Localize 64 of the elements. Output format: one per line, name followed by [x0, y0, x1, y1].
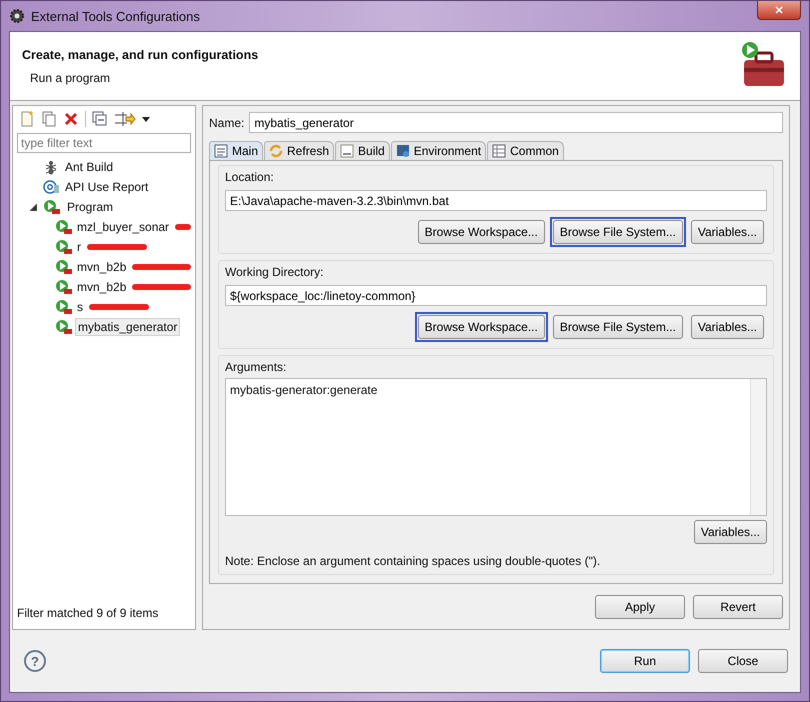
tree-item[interactable]: mvn_b2b — [75, 279, 128, 295]
dialog-button[interactable]: Run — [600, 649, 690, 673]
browse-button[interactable]: Browse Workspace... — [418, 315, 545, 339]
tab[interactable]: Environment — [390, 141, 486, 160]
run-program-icon — [43, 199, 61, 215]
name-label: Name: — [209, 116, 244, 130]
at-sign-icon — [43, 179, 59, 195]
tree-item[interactable]: mvn_b2b — [75, 259, 128, 275]
tree-item[interactable]: s — [75, 299, 85, 315]
new-file-icon[interactable] — [19, 111, 35, 127]
document-icon — [214, 144, 228, 158]
copy-icon[interactable] — [41, 111, 57, 127]
run-program-icon — [55, 239, 73, 255]
action-button[interactable]: Apply — [595, 595, 685, 619]
run-program-icon — [55, 259, 73, 275]
binary-file-icon — [340, 144, 354, 158]
browse-button[interactable]: Browse File System... — [552, 220, 683, 244]
ant-icon — [43, 159, 59, 175]
working-directory-field[interactable]: ${workspace_loc:/linetoy-common} — [225, 285, 767, 306]
refresh-icon — [269, 144, 284, 158]
arguments-text-area[interactable]: mybatis-generator:generate — [225, 378, 767, 516]
action-button[interactable]: Revert — [693, 595, 783, 619]
scrollbar[interactable] — [750, 379, 766, 515]
delete-icon[interactable] — [63, 111, 79, 127]
table-icon — [492, 144, 506, 158]
tree-item[interactable]: API Use Report — [63, 179, 150, 195]
note-text: Note: Enclose an argument containing spaces using double-quotes ("). — [225, 553, 602, 568]
window-icon — [396, 144, 410, 158]
filter-icon[interactable] — [114, 111, 136, 127]
window-title: External Tools Configurations — [31, 8, 200, 24]
location-label: Location: — [225, 170, 275, 184]
collapse-icon[interactable] — [92, 111, 108, 127]
expand-triangle-icon[interactable] — [30, 204, 36, 210]
browse-button[interactable]: Variables... — [690, 220, 764, 244]
working-directory-label: Working Directory: — [225, 265, 324, 279]
tab[interactable]: Common — [487, 141, 564, 160]
dialog-button[interactable]: Close — [698, 649, 788, 673]
browse-button[interactable]: Browse Workspace... — [418, 220, 545, 244]
tab[interactable]: Refresh — [264, 141, 334, 160]
tree-item[interactable]: Ant Build — [63, 159, 116, 175]
dropdown-caret-icon[interactable] — [142, 116, 150, 122]
tree-item[interactable]: r — [75, 239, 83, 255]
location-field[interactable]: E:\Java\apache-maven-3.2.3\bin\mvn.bat — [225, 190, 767, 211]
browse-button[interactable]: Browse File System... — [552, 315, 683, 339]
variables-button[interactable]: Variables... — [694, 520, 767, 544]
tab[interactable]: Build — [335, 141, 390, 160]
header-title: Create, manage, and run configurations — [22, 48, 258, 62]
header-subtitle: Run a program — [29, 70, 112, 84]
arguments-label: Arguments: — [225, 360, 288, 374]
tree-item[interactable]: Program — [65, 199, 116, 215]
run-program-icon — [55, 279, 73, 295]
run-program-icon — [55, 299, 73, 315]
tab[interactable]: Main — [209, 141, 264, 160]
tree-item[interactable]: mybatis_generator — [75, 318, 180, 336]
filter-field[interactable]: type filter text — [17, 133, 191, 153]
name-field[interactable]: mybatis_generator — [249, 112, 783, 133]
gear-icon — [9, 8, 25, 24]
arguments-text: mybatis-generator:generate — [230, 383, 378, 397]
help-icon[interactable]: ? — [24, 650, 46, 672]
tree-item[interactable]: mzl_buyer_sonar — [75, 219, 172, 235]
run-program-icon — [55, 319, 73, 335]
browse-button[interactable]: Variables... — [690, 315, 764, 339]
run-program-icon — [55, 219, 73, 235]
filter-status: Filter matched 9 of 9 items — [17, 606, 160, 622]
